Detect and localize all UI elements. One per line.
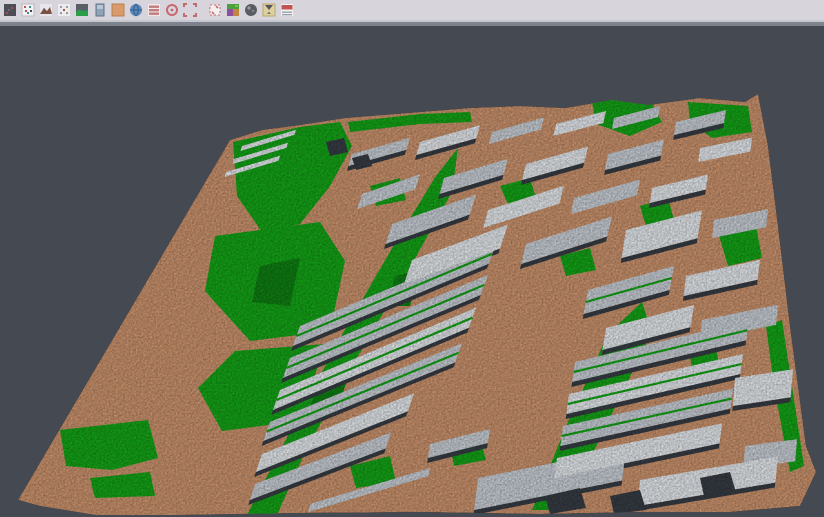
clip-region-icon (208, 3, 222, 17)
ortho-tile-icon (111, 3, 125, 17)
classified-points-icon (21, 3, 35, 17)
application-window (0, 0, 824, 517)
toolbar-separator (199, 1, 206, 19)
classification-palette-icon (226, 3, 240, 17)
toolbar-button-point-cloud-dark[interactable] (1, 1, 19, 19)
toolbar-button-globe[interactable] (127, 1, 145, 19)
point-cloud-dark-icon (3, 3, 17, 17)
profile-panel-icon (93, 3, 107, 17)
toolbar-button-classified-points[interactable] (19, 1, 37, 19)
terrain-brown-icon (39, 3, 53, 17)
toolbar-button-clip-region[interactable] (206, 1, 224, 19)
viewport-3d[interactable] (0, 26, 824, 517)
target-circle-icon (165, 3, 179, 17)
toolbar-button-terrain-green[interactable] (73, 1, 91, 19)
dark-sphere-icon (244, 3, 258, 17)
flag-layers-icon (280, 3, 294, 17)
terrain-green-icon (75, 3, 89, 17)
toolbar-button-ortho-tile[interactable] (109, 1, 127, 19)
toolbar-button-classification-palette[interactable] (224, 1, 242, 19)
toolbar-button-target-circle[interactable] (163, 1, 181, 19)
toolbar-button-profile-panel[interactable] (91, 1, 109, 19)
selection-brackets-icon (183, 3, 197, 17)
red-list-icon (147, 3, 161, 17)
toolbar-button-red-list[interactable] (145, 1, 163, 19)
toolbar (0, 0, 824, 20)
toolbar-button-flag-layers[interactable] (278, 1, 296, 19)
toolbar-button-selection-brackets[interactable] (181, 1, 199, 19)
toolbar-button-terrain-brown[interactable] (37, 1, 55, 19)
globe-icon (129, 3, 143, 17)
point-cloud-render (0, 26, 824, 517)
toolbar-button-sparse-points[interactable] (55, 1, 73, 19)
toolbar-button-dark-sphere[interactable] (242, 1, 260, 19)
toolbar-button-hourglass[interactable] (260, 1, 278, 19)
sparse-points-icon (57, 3, 71, 17)
hourglass-icon (262, 3, 276, 17)
